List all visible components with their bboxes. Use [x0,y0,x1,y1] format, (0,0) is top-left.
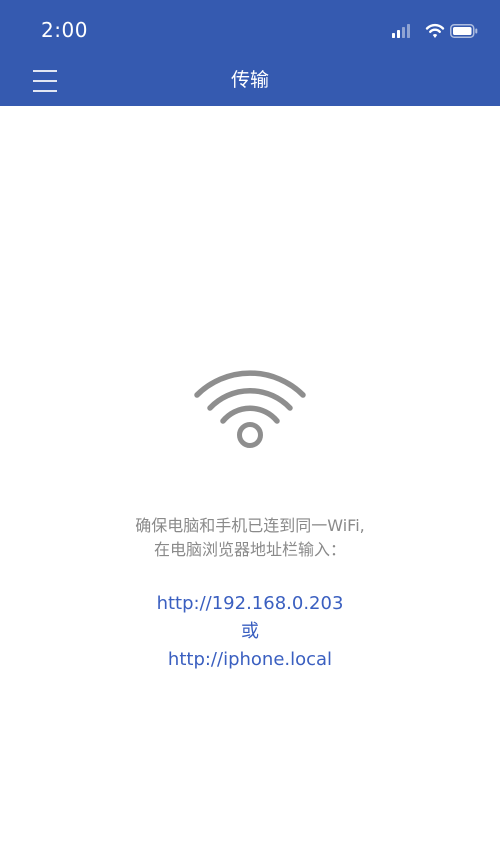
instruction-line-1: 确保电脑和手机已连到同一WiFi, [135,516,365,535]
transfer-screen: 2:00 传输 确保电脑和手机已连到同一WiFi, 在电脑浏览器地址栏输入： h… [0,0,500,865]
status-icons [392,22,478,40]
header: 2:00 传输 [0,0,500,106]
wifi-icon [193,365,307,449]
cellular-signal-icon [392,24,410,38]
ip-address-link[interactable]: http://192.168.0.203 [50,592,450,616]
battery-icon [450,24,478,38]
instruction-line-2: 在电脑浏览器地址栏输入： [153,540,346,559]
hostname-link[interactable]: http://iphone.local [50,648,450,672]
menu-button[interactable] [31,68,59,94]
status-bar: 2:00 [0,0,500,56]
status-time: 2:00 [41,18,88,42]
nav-bar: 传输 [0,56,500,106]
instruction-text: 确保电脑和手机已连到同一WiFi, 在电脑浏览器地址栏输入： [20,514,480,562]
transfer-content: 确保电脑和手机已连到同一WiFi, 在电脑浏览器地址栏输入： http://19… [0,106,500,865]
page-title: 传输 [230,69,269,91]
wifi-status-icon [425,23,445,38]
or-label: 或 [241,621,259,642]
